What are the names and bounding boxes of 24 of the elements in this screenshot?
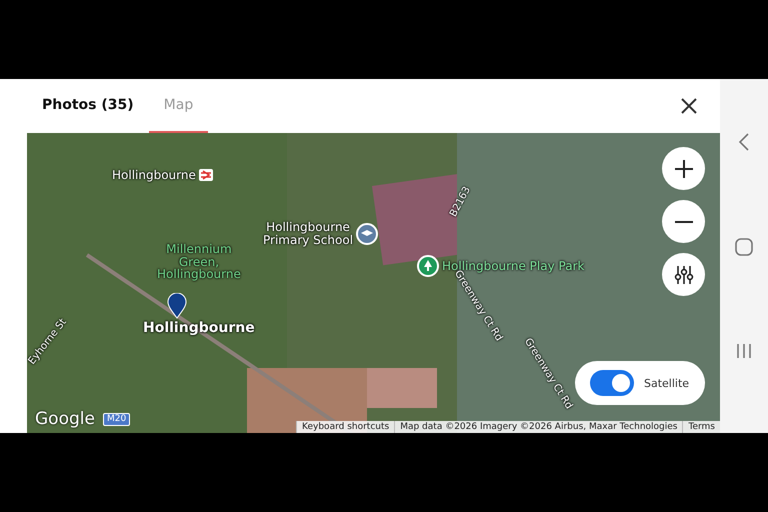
home-icon[interactable] — [735, 238, 753, 256]
tab[interactable]: Photos (35) — [27, 79, 149, 133]
sliders-icon — [674, 264, 694, 284]
map-label: Hollingbourne — [143, 321, 255, 336]
back-icon[interactable] — [738, 132, 750, 151]
recents-icon[interactable] — [736, 343, 752, 360]
google-logo: Google — [35, 409, 95, 429]
train-icon — [198, 169, 213, 182]
map-label: Hollingbourne Play Park — [442, 260, 584, 272]
satellite-label: Satellite — [644, 376, 690, 390]
location-pin-icon — [167, 293, 187, 319]
tree-pin-icon — [417, 255, 439, 277]
attribution-link[interactable]: Map data ©2026 Imagery ©2026 Airbus, Maxar Technologies — [394, 421, 682, 433]
plus-icon — [674, 158, 694, 178]
minus-icon — [674, 220, 694, 222]
map-label: M20 — [103, 413, 130, 426]
satellite-map[interactable] — [27, 133, 720, 433]
map-label: Hollingbourne — [112, 169, 196, 182]
map-label: Millennium Green, Hollingbourne — [157, 243, 241, 281]
satellite-switch[interactable] — [590, 370, 634, 396]
school-pin-icon — [356, 222, 378, 245]
attribution-link[interactable]: Keyboard shortcuts — [296, 421, 394, 433]
map-label: Hollingbourne Primary School — [263, 221, 354, 246]
close-icon[interactable] — [680, 97, 698, 115]
